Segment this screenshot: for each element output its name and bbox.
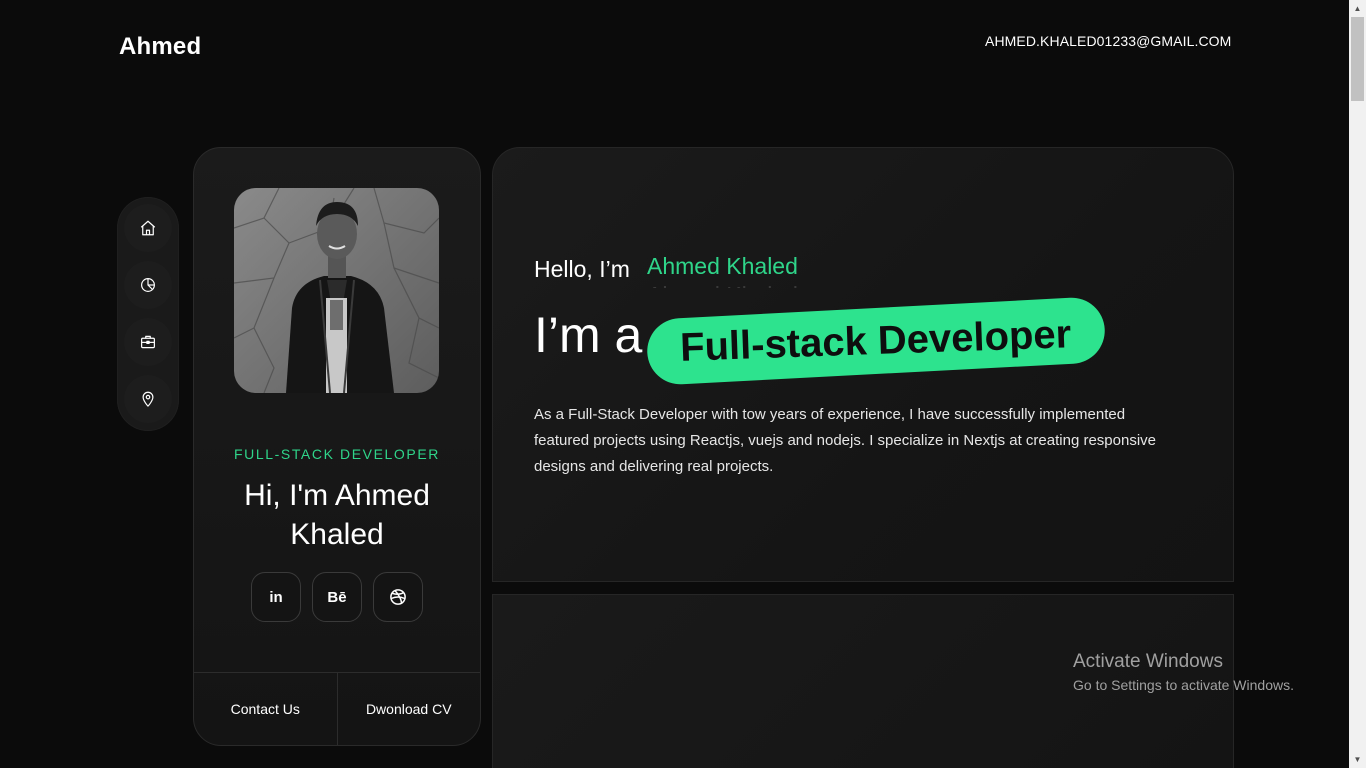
dribbble-button[interactable]	[373, 572, 423, 622]
vertical-scrollbar[interactable]: ▲ ▼	[1349, 0, 1366, 768]
behance-button[interactable]: Bē	[312, 572, 362, 622]
hero-panel: Hello, I’m Ahmed Khaled Ahmed Khaled I’m…	[492, 147, 1234, 582]
hero-hello: Hello, I’m	[534, 256, 630, 282]
hero-highlight-text: Full-stack Developer	[679, 311, 1073, 370]
linkedin-icon: in	[269, 588, 283, 606]
nav-contact-button[interactable]	[124, 375, 172, 423]
nav-stats-button[interactable]	[124, 261, 172, 309]
social-links: in Bē	[251, 572, 423, 622]
hero-im-a: I’m a	[534, 307, 643, 363]
pie-chart-icon	[141, 278, 155, 292]
linkedin-button[interactable]: in	[251, 572, 301, 622]
home-icon	[140, 220, 156, 236]
profile-card: FULL-STACK DEVELOPER Hi, I'm Ahmed Khale…	[193, 147, 481, 746]
briefcase-icon	[141, 335, 155, 349]
nav-portfolio-button[interactable]	[124, 318, 172, 366]
hero-bio: As a Full-Stack Developer with tow years…	[534, 406, 1156, 475]
windows-activation-watermark: Activate Windows Go to Settings to activ…	[1073, 651, 1294, 693]
brand-logo[interactable]: Ahmed	[119, 33, 201, 61]
hero-name-animated-ghost: Ahmed Khaled	[647, 282, 807, 288]
profile-role: FULL-STACK DEVELOPER	[233, 446, 440, 462]
nav-home-button[interactable]	[124, 204, 172, 252]
watermark-title: Activate Windows	[1073, 651, 1223, 672]
profile-greeting: Hi, I'm Ahmed Khaled	[244, 479, 430, 551]
scroll-down-arrow-icon[interactable]: ▼	[1349, 751, 1366, 768]
dribbble-icon	[390, 589, 406, 605]
location-pin-icon	[142, 391, 154, 407]
contact-us-button[interactable]: Contact Us	[194, 673, 337, 745]
profile-photo	[234, 188, 439, 393]
header-email-link[interactable]: AHMED.KHALED01233@GMAIL.COM	[985, 33, 1231, 49]
behance-icon: Bē	[327, 588, 347, 606]
watermark-subtitle: Go to Settings to activate Windows.	[1073, 677, 1294, 693]
scroll-thumb[interactable]	[1351, 17, 1364, 101]
scroll-up-arrow-icon[interactable]: ▲	[1349, 0, 1366, 17]
hero-highlight-pill: Full-stack Developer	[645, 296, 1107, 386]
download-cv-button[interactable]: Dwonload CV	[336, 673, 481, 745]
portfolio-page: Ahmed AHMED.KHALED01233@GMAIL.COM FULL-S…	[0, 0, 1366, 768]
side-nav	[117, 197, 179, 431]
card-actions: Contact Us Dwonload CV	[194, 672, 480, 745]
hero-name: Ahmed Khaled	[647, 253, 798, 279]
